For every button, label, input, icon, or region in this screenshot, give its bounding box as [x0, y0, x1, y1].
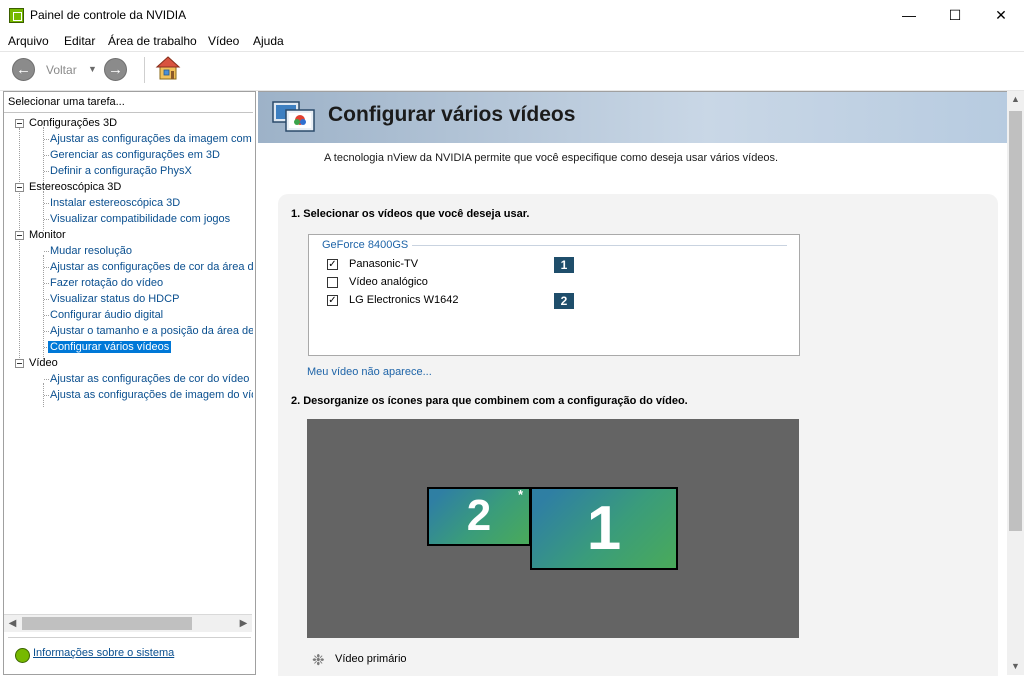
monitor-1-icon[interactable]: 1 — [530, 487, 678, 570]
tree-category-3d[interactable]: Configurações 3D — [29, 115, 117, 131]
tree-item[interactable]: Visualizar compatibilidade com jogos — [50, 211, 230, 227]
toolbar: ← Voltar ▼ → — [0, 51, 1024, 91]
tree-line — [44, 395, 49, 396]
arrow-right-icon: → — [108, 61, 123, 78]
sysinfo-divider — [8, 637, 251, 644]
tree-line — [44, 171, 49, 172]
tree-line — [43, 191, 44, 231]
tree-category-monitor[interactable]: Monitor — [29, 227, 66, 243]
horizontal-scrollbar[interactable]: ◀ ▶ — [4, 614, 252, 632]
section-2-title: 2. Desorganize os ícones para que combin… — [291, 395, 688, 407]
tree-item[interactable]: Configurar áudio digital — [50, 307, 163, 323]
tree-line — [44, 379, 49, 380]
scroll-left-icon[interactable]: ◀ — [4, 616, 21, 631]
primary-display-label: Vídeo primário — [335, 653, 407, 665]
tree-item[interactable]: Definir a configuração PhysX — [50, 163, 192, 179]
collapse-toggle[interactable] — [15, 183, 24, 192]
tree-item[interactable]: Gerenciar as configurações em 3D — [50, 147, 220, 163]
display-number-badge: 1 — [554, 257, 574, 273]
vertical-scrollbar[interactable]: ▲ ▼ — [1007, 91, 1024, 675]
maximize-button[interactable]: ☐ — [932, 0, 978, 31]
home-icon — [155, 56, 181, 80]
tree-line — [44, 315, 49, 316]
scroll-right-icon[interactable]: ▶ — [235, 616, 252, 631]
arrow-left-icon: ← — [16, 61, 31, 78]
menu-arquivo[interactable]: Arquivo — [8, 34, 49, 48]
multi-display-icon — [272, 101, 315, 132]
tree-category-stereo[interactable]: Estereoscópica 3D — [29, 179, 121, 195]
primary-star-icon: * — [518, 487, 524, 502]
tree-item[interactable]: Ajustar o tamanho e a posição da área de… — [50, 323, 253, 339]
monitor-2-icon[interactable]: 2 — [427, 487, 531, 546]
tree-line — [44, 219, 49, 220]
display-checkbox-analog[interactable] — [327, 277, 338, 288]
collapse-toggle[interactable] — [15, 119, 24, 128]
display-arrangement-area[interactable]: 2 * 1 — [307, 419, 799, 638]
menu-video[interactable]: Vídeo — [208, 34, 239, 48]
toolbar-separator — [144, 57, 145, 83]
section-1-title: 1. Selecionar os vídeos que você deseja … — [291, 208, 530, 220]
home-button[interactable] — [155, 55, 181, 81]
page-description: A tecnologia nView da NVIDIA permite que… — [324, 152, 779, 164]
my-display-missing-link[interactable]: Meu vídeo não aparece... — [307, 366, 432, 378]
system-info-link[interactable]: Informações sobre o sistema — [33, 647, 174, 659]
tree-line — [44, 299, 49, 300]
page-banner: Configurar vários vídeos — [258, 92, 1007, 143]
tree-item[interactable]: Ajustar as configurações da imagem com a — [50, 131, 253, 147]
menu-bar: Arquivo Editar Área de trabalho Vídeo Aj… — [0, 31, 1024, 51]
tree-item[interactable]: Ajusta as configurações de imagem do víd… — [50, 387, 253, 403]
page-title: Configurar vários vídeos — [328, 103, 576, 126]
gpu-name: GeForce 8400GS — [322, 239, 413, 251]
task-tree: Configurações 3D Ajustar as configuraçõe… — [4, 112, 253, 621]
tree-line — [44, 155, 49, 156]
back-button[interactable]: ← — [12, 58, 35, 81]
primary-display-icon: ❉ — [312, 652, 325, 669]
tree-line — [44, 139, 49, 140]
minimize-button[interactable]: — — [886, 0, 932, 31]
collapse-toggle[interactable] — [15, 359, 24, 368]
tree-item[interactable]: Ajustar as configurações de cor da área … — [50, 259, 253, 275]
back-label[interactable]: Voltar — [46, 63, 77, 77]
tree-item-selected[interactable]: Configurar vários vídeos — [48, 339, 172, 355]
tree-item[interactable]: Visualizar status do HDCP — [50, 291, 179, 307]
tree-line — [44, 283, 49, 284]
scroll-thumb[interactable] — [22, 617, 192, 630]
gpu-display-list: GeForce 8400GS ✓ Panasonic-TV 1 Vídeo an… — [308, 234, 800, 356]
tree-item[interactable]: Fazer rotação do vídeo — [50, 275, 163, 291]
forward-button[interactable]: → — [104, 58, 127, 81]
display-checkbox-panasonic[interactable]: ✓ — [327, 259, 338, 270]
tree-line — [44, 203, 49, 204]
nvidia-app-icon — [9, 8, 24, 23]
task-sidebar: Selecionar uma tarefa... Configurações 3… — [3, 91, 256, 675]
scroll-thumb[interactable] — [1009, 111, 1022, 531]
menu-editar[interactable]: Editar — [64, 34, 95, 48]
scroll-down-icon[interactable]: ▼ — [1007, 658, 1024, 675]
display-label[interactable]: Panasonic-TV — [349, 258, 418, 270]
menu-area-de-trabalho[interactable]: Área de trabalho — [108, 34, 197, 48]
tree-item[interactable]: Ajustar as configurações de cor do vídeo — [50, 371, 249, 387]
info-icon — [15, 648, 30, 663]
tree-line — [44, 331, 49, 332]
tree-line — [19, 128, 20, 368]
tree-category-video[interactable]: Vídeo — [29, 355, 58, 371]
close-button[interactable]: ✕ — [978, 0, 1024, 31]
title-bar: Painel de controle da NVIDIA — ☐ ✕ — [0, 0, 1024, 31]
task-header: Selecionar uma tarefa... — [8, 96, 125, 108]
menu-ajuda[interactable]: Ajuda — [253, 34, 284, 48]
tree-line — [44, 267, 49, 268]
gpu-divider — [409, 245, 787, 246]
window-title: Painel de controle da NVIDIA — [30, 8, 187, 22]
scroll-up-icon[interactable]: ▲ — [1007, 91, 1024, 108]
collapse-toggle[interactable] — [15, 231, 24, 240]
display-label[interactable]: LG Electronics W1642 — [349, 294, 458, 306]
back-history-dropdown[interactable]: ▼ — [88, 64, 97, 74]
content-pane: Configurar vários vídeos A tecnologia nV… — [258, 91, 1007, 676]
display-label[interactable]: Vídeo analógico — [349, 276, 428, 288]
display-number-badge: 2 — [554, 293, 574, 309]
tree-item[interactable]: Instalar estereoscópica 3D — [50, 195, 180, 211]
tree-line — [43, 255, 44, 359]
tree-line — [44, 251, 49, 252]
tree-item[interactable]: Mudar resolução — [50, 243, 132, 259]
display-checkbox-lg[interactable]: ✓ — [327, 295, 338, 306]
